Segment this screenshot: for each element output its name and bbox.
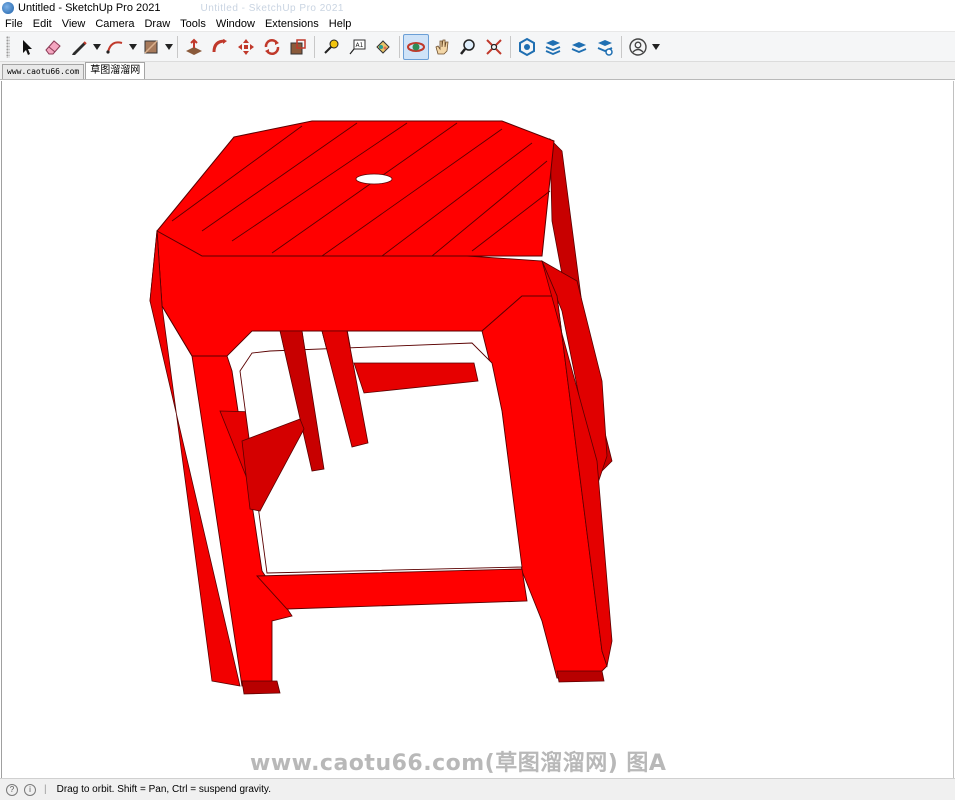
orbit-tool-button[interactable] bbox=[403, 33, 429, 60]
toolbar-separator bbox=[314, 35, 315, 58]
menu-file[interactable]: File bbox=[0, 18, 28, 30]
watermark-text: www.caotu66.com(草图溜溜网) 图A bbox=[250, 751, 667, 776]
follow-me-tool-button[interactable] bbox=[207, 34, 233, 60]
model-viewport[interactable] bbox=[1, 81, 954, 778]
layout-icon bbox=[571, 41, 587, 53]
extension-warehouse-icon bbox=[545, 39, 561, 55]
menu-tools[interactable]: Tools bbox=[175, 18, 211, 30]
move-tool-button[interactable] bbox=[233, 34, 259, 60]
arc-icon bbox=[106, 40, 123, 54]
tape-measure-tool-button[interactable] bbox=[318, 34, 344, 60]
push-pull-icon bbox=[186, 38, 202, 55]
tape-measure-icon bbox=[324, 39, 339, 54]
toolbar-separator bbox=[399, 35, 400, 58]
eraser-icon bbox=[45, 39, 61, 54]
warehouse-tool-button[interactable] bbox=[514, 34, 540, 60]
chevron-down-icon bbox=[652, 43, 660, 50]
menu-help[interactable]: Help bbox=[324, 18, 357, 30]
orbit-icon bbox=[407, 41, 425, 52]
move-icon bbox=[238, 38, 254, 55]
scale-tool-button[interactable] bbox=[285, 34, 311, 60]
paint-bucket-icon bbox=[376, 39, 390, 54]
geolocation-icon[interactable]: ? bbox=[6, 783, 18, 796]
rectangle-tool-button[interactable] bbox=[138, 34, 164, 60]
arrow-cursor-icon bbox=[23, 39, 32, 55]
main-toolbar: A1 bbox=[0, 32, 955, 62]
eraser-tool-button[interactable] bbox=[40, 34, 66, 60]
chevron-down-icon bbox=[129, 43, 137, 50]
menu-view[interactable]: View bbox=[57, 18, 91, 30]
zoom-tool-button[interactable] bbox=[455, 34, 481, 60]
menu-camera[interactable]: Camera bbox=[90, 18, 139, 30]
push-pull-tool-button[interactable] bbox=[181, 34, 207, 60]
info-icon[interactable]: i bbox=[24, 783, 36, 796]
status-hint: Drag to orbit. Shift = Pan, Ctrl = suspe… bbox=[56, 784, 271, 795]
rectangle-tool-dropdown[interactable] bbox=[164, 34, 174, 60]
magnifier-icon bbox=[460, 38, 475, 55]
menu-draw[interactable]: Draw bbox=[139, 18, 175, 30]
pan-tool-button[interactable] bbox=[429, 34, 455, 60]
extension-manager-icon bbox=[597, 39, 613, 56]
zoom-extents-icon bbox=[486, 38, 502, 55]
user-icon bbox=[629, 37, 647, 56]
toolbar-separator bbox=[621, 35, 622, 58]
menu-extensions[interactable]: Extensions bbox=[260, 18, 324, 30]
scene-tab-website[interactable]: www.caotu66.com bbox=[2, 64, 85, 79]
toolbar-grip[interactable] bbox=[6, 35, 10, 58]
follow-me-icon bbox=[212, 38, 227, 52]
account-button[interactable] bbox=[625, 34, 651, 60]
chevron-down-icon bbox=[93, 43, 101, 50]
scene-tab-caotu[interactable]: 草图溜溜网 bbox=[85, 62, 146, 79]
menu-edit[interactable]: Edit bbox=[28, 18, 57, 30]
scale-icon bbox=[290, 38, 306, 54]
status-separator: | bbox=[44, 784, 47, 795]
title-bar: Untitled - SketchUp Pro 2021 Untitled - … bbox=[0, 0, 955, 16]
text-icon: A1 bbox=[349, 39, 366, 54]
rectangle-icon bbox=[144, 39, 158, 54]
window-title-ghost: Untitled - SketchUp Pro 2021 bbox=[200, 2, 344, 14]
rotate-tool-button[interactable] bbox=[259, 34, 285, 60]
scene-tabs: www.caotu66.com 草图溜溜网 bbox=[0, 62, 955, 80]
layout-tool-button[interactable] bbox=[566, 34, 592, 60]
chevron-down-icon bbox=[165, 43, 173, 50]
extension-warehouse-tool-button[interactable] bbox=[540, 34, 566, 60]
pencil-icon bbox=[72, 40, 87, 55]
arc-tool-dropdown[interactable] bbox=[128, 34, 138, 60]
rotate-icon bbox=[264, 38, 280, 55]
line-tool-dropdown[interactable] bbox=[92, 34, 102, 60]
hand-icon bbox=[435, 39, 449, 54]
menu-window[interactable]: Window bbox=[211, 18, 260, 30]
sketchup-app-icon[interactable] bbox=[2, 2, 14, 14]
red-stool-model[interactable] bbox=[2, 81, 954, 778]
paint-bucket-tool-button[interactable] bbox=[370, 34, 396, 60]
text-tool-button[interactable]: A1 bbox=[344, 34, 370, 60]
menu-bar: File Edit View Camera Draw Tools Window … bbox=[0, 16, 955, 32]
window-title: Untitled - SketchUp Pro 2021 bbox=[18, 2, 161, 14]
extension-manager-tool-button[interactable] bbox=[592, 34, 618, 60]
status-bar: ? i | Drag to orbit. Shift = Pan, Ctrl =… bbox=[0, 778, 955, 800]
arc-tool-button[interactable] bbox=[102, 34, 128, 60]
line-tool-button[interactable] bbox=[66, 34, 92, 60]
zoom-extents-tool-button[interactable] bbox=[481, 34, 507, 60]
toolbar-separator bbox=[177, 35, 178, 58]
toolbar-separator bbox=[510, 35, 511, 58]
svg-text:A1: A1 bbox=[356, 42, 364, 49]
select-tool-button[interactable] bbox=[14, 34, 40, 60]
account-dropdown[interactable] bbox=[651, 34, 661, 60]
3d-warehouse-icon bbox=[519, 37, 535, 56]
